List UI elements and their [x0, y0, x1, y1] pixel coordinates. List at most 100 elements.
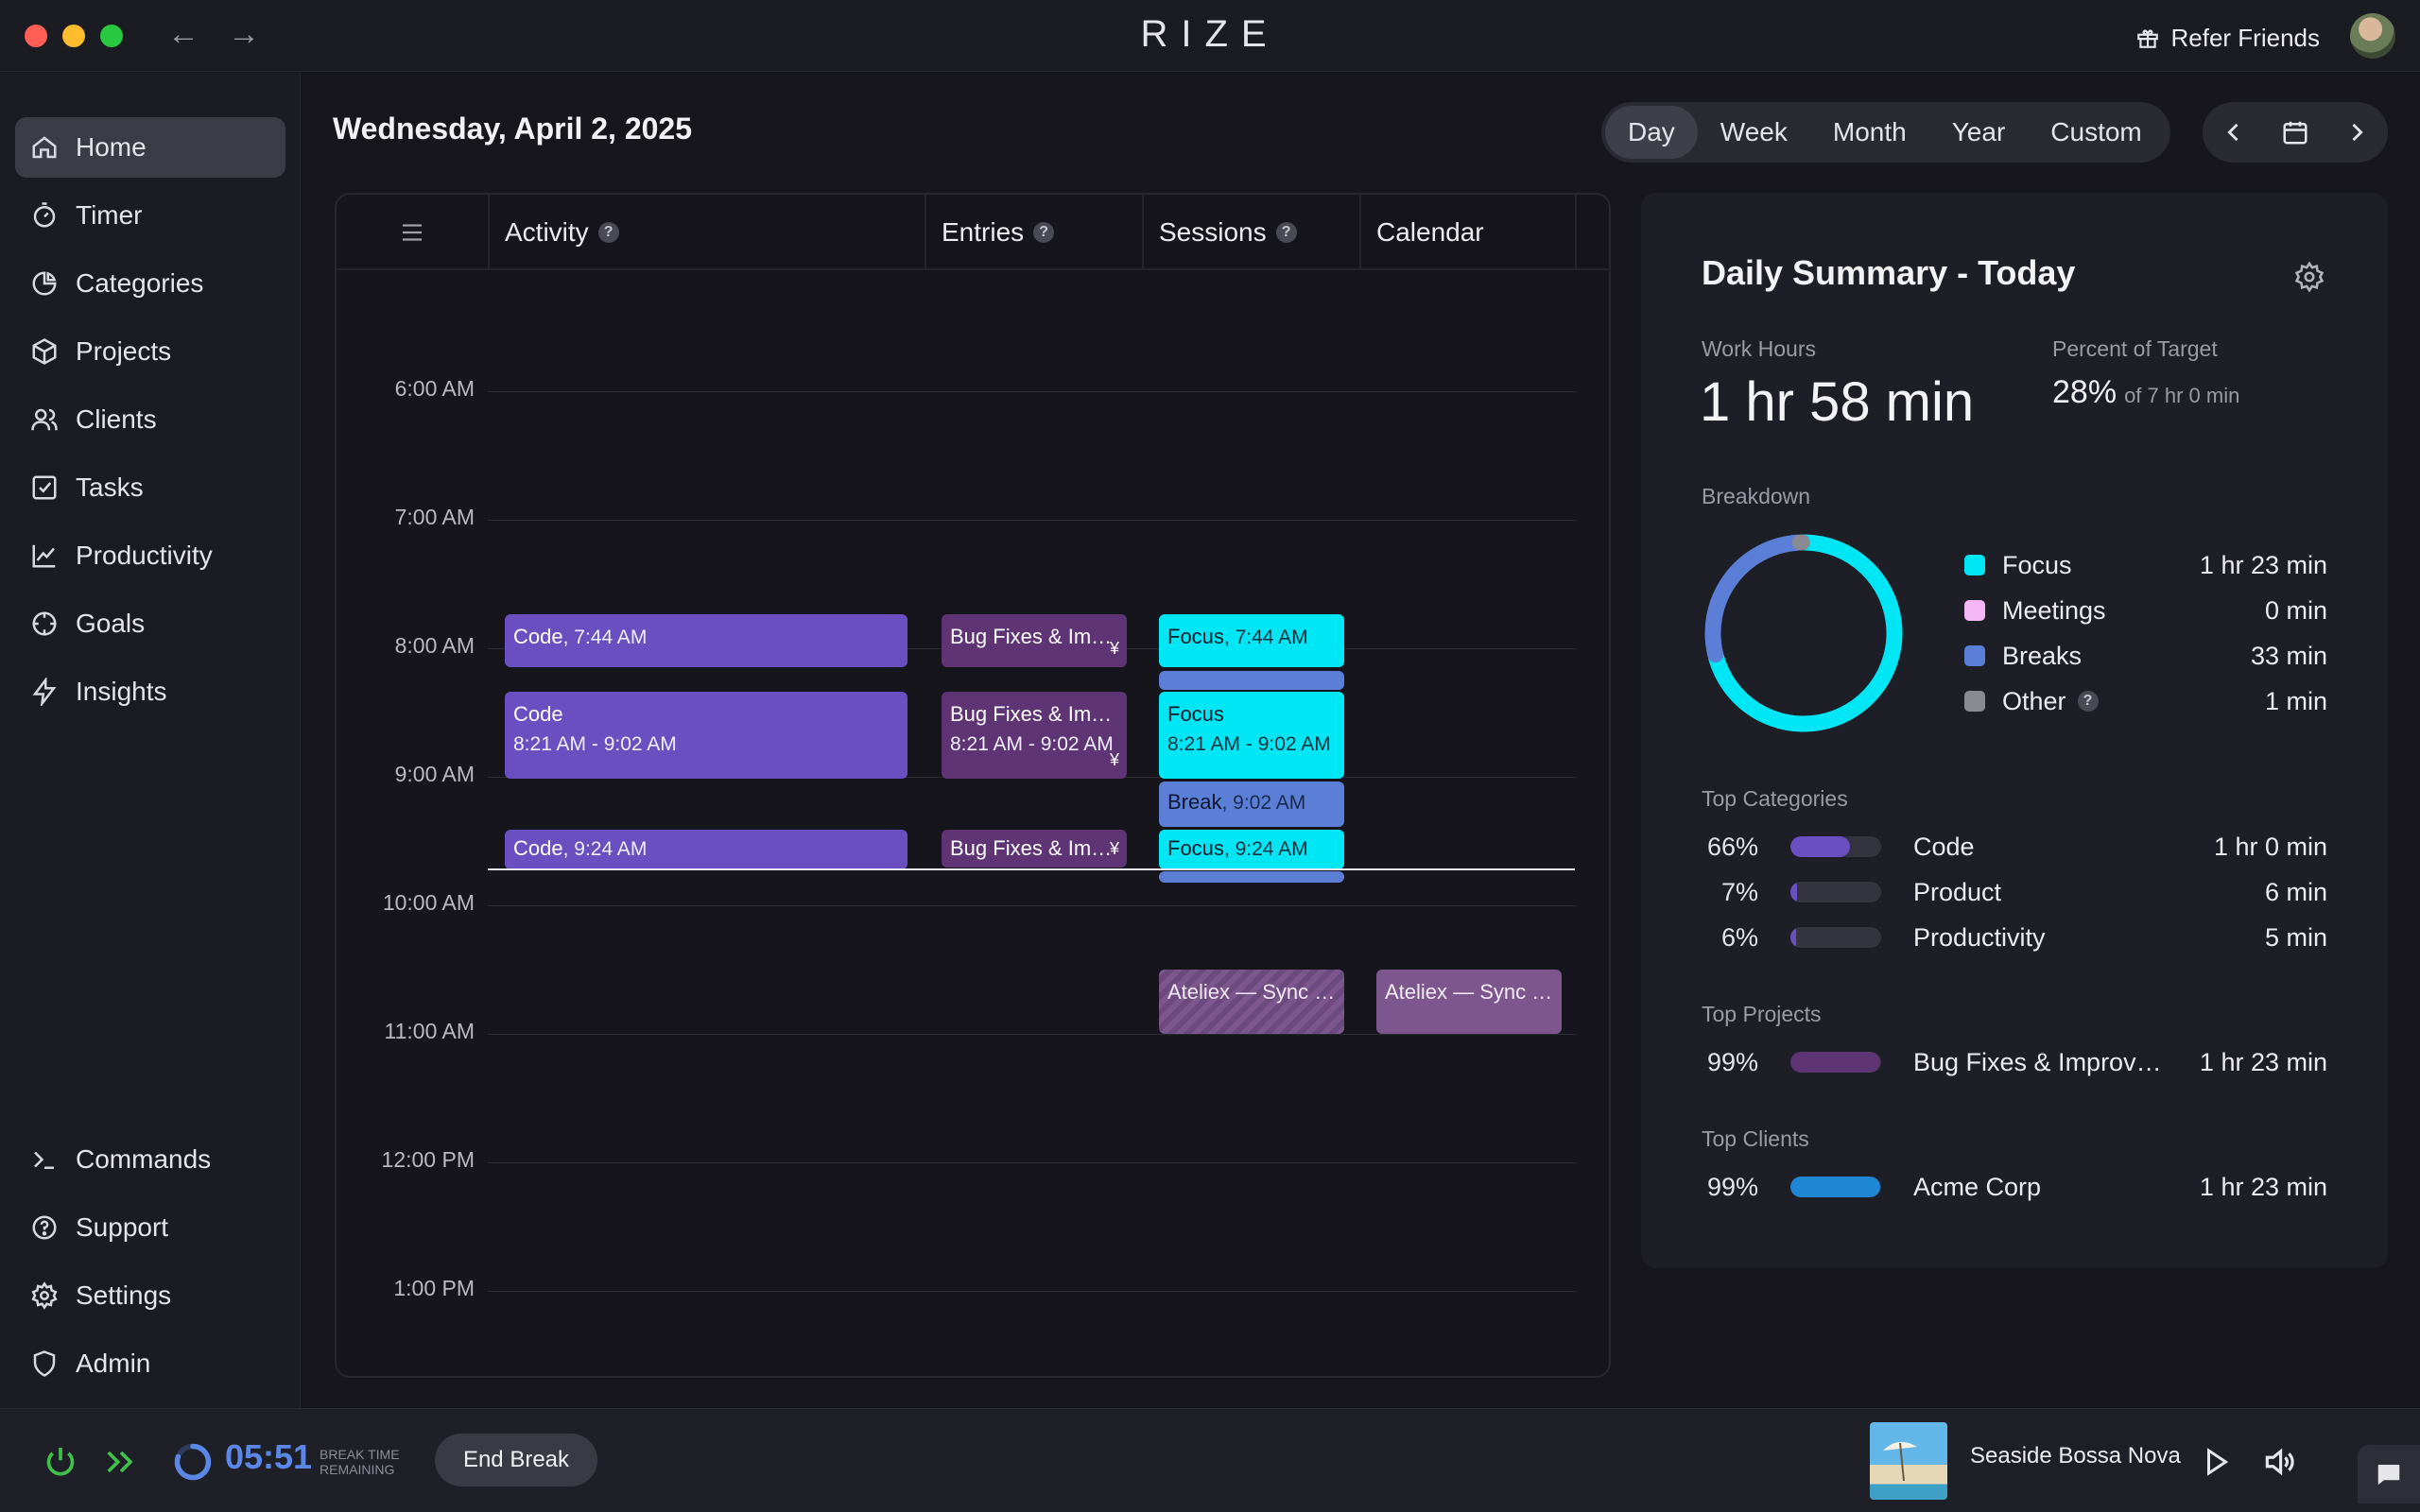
column-calendar: Calendar	[1359, 195, 1577, 270]
block-time: , 9:24 AM	[1223, 838, 1308, 860]
help-icon[interactable]: ?	[1275, 222, 1297, 243]
summary-title: Daily Summary - Today	[1702, 253, 2076, 292]
tab-month[interactable]: Month	[1810, 106, 1929, 159]
row-name: Code	[1913, 832, 1975, 861]
beach-umbrella-icon	[1883, 1441, 1917, 1482]
previous-day-button[interactable]	[2213, 112, 2255, 153]
shield-icon	[33, 1350, 56, 1377]
hour-label: 9:00 AM	[394, 762, 475, 786]
calendar-event-block[interactable]: Ateliex — Sync …	[1376, 970, 1562, 1034]
top-clients-label: Top Clients	[1702, 1126, 1809, 1151]
row-value: 1 hr 0 min	[2213, 832, 2327, 861]
work-hours-value: 1 hr 58 min	[1700, 371, 1975, 433]
sidebar-item-projects[interactable]: Projects	[15, 321, 285, 382]
tab-week[interactable]: Week	[1698, 106, 1810, 159]
help-icon[interactable]: ?	[2077, 691, 2099, 712]
sidebar-item-tasks[interactable]: Tasks	[15, 457, 285, 518]
client-row[interactable]: 99% Acme Corp 1 hr 23 min	[1702, 1168, 2327, 1206]
calendar-picker-button[interactable]	[2274, 112, 2316, 153]
next-day-button[interactable]	[2336, 112, 2377, 153]
end-break-button[interactable]: End Break	[435, 1434, 597, 1486]
column-label: Entries	[942, 217, 1025, 247]
legend-row-meetings: Meetings 0 min	[1964, 592, 2327, 629]
block-title: Focus	[1167, 702, 1224, 726]
entry-block[interactable]: Bug Fixes & Im… ¥	[942, 830, 1127, 868]
summary-settings-gear-icon[interactable]	[2293, 261, 2325, 293]
block-title: Code	[513, 702, 563, 726]
activity-block[interactable]: Code, 7:44 AM	[505, 614, 908, 667]
sidebar-item-settings[interactable]: Settings	[15, 1265, 285, 1326]
target-label: Percent of Target	[2052, 336, 2218, 361]
refer-friends-button[interactable]: Refer Friends	[2135, 19, 2320, 57]
skip-forward-icon[interactable]	[102, 1443, 140, 1481]
session-block-break[interactable]	[1159, 671, 1344, 690]
activity-block[interactable]: Code, 9:24 AM	[505, 830, 908, 869]
billable-icon: ¥	[1109, 639, 1119, 658]
legend-name: Other	[2002, 686, 2066, 715]
sidebar-item-label: Categories	[76, 268, 204, 298]
sidebar-item-home[interactable]: Home	[15, 117, 285, 178]
session-block-break[interactable]: Break, 9:02 AM	[1159, 782, 1344, 827]
activity-block[interactable]: Code 8:21 AM - 9:02 AM	[505, 692, 908, 779]
user-avatar[interactable]	[2350, 13, 2395, 59]
checkbox-icon	[32, 475, 57, 500]
help-icon[interactable]: ?	[597, 222, 619, 243]
sidebar-item-support[interactable]: Support	[15, 1197, 285, 1258]
legend-value: 33 min	[2250, 641, 2327, 670]
sidebar-item-commands[interactable]: Commands	[15, 1129, 285, 1190]
target-of-label: of 7 hr 0 min	[2124, 384, 2240, 407]
sidebar-item-timer[interactable]: Timer	[15, 185, 285, 246]
sidebar-item-admin[interactable]: Admin	[15, 1333, 285, 1394]
session-block-meeting[interactable]: Ateliex — Sync …	[1159, 970, 1344, 1034]
chat-button[interactable]	[2358, 1445, 2420, 1503]
row-bar-track	[1790, 836, 1881, 857]
sidebar-item-goals[interactable]: Goals	[15, 593, 285, 654]
category-row-product[interactable]: 7% Product 6 min	[1702, 873, 2327, 911]
timeline-panel: Activity ? Entries ? Sessions ? Calendar…	[335, 193, 1611, 1378]
session-block-break[interactable]	[1159, 871, 1344, 883]
category-row-productivity[interactable]: 6% Productivity 5 min	[1702, 919, 2327, 956]
billable-icon: ¥	[1109, 750, 1119, 769]
entry-block[interactable]: Bug Fixes & Im… 8:21 AM - 9:02 AM ¥	[942, 692, 1127, 779]
row-percent: 99%	[1706, 1172, 1758, 1201]
entry-block[interactable]: Bug Fixes & Im… ¥	[942, 614, 1127, 667]
sidebar-item-label: Support	[76, 1212, 169, 1242]
help-icon	[32, 1215, 57, 1240]
session-block-focus[interactable]: Focus, 7:44 AM	[1159, 614, 1344, 667]
breaks-swatch	[1964, 645, 1985, 666]
sidebar-item-label: Admin	[76, 1349, 151, 1378]
calendar-icon	[2283, 121, 2308, 145]
sidebar-item-label: Commands	[76, 1144, 212, 1174]
sidebar-item-productivity[interactable]: Productivity	[15, 525, 285, 586]
hour-label: 1:00 PM	[393, 1276, 475, 1300]
bolt-icon	[32, 678, 57, 706]
project-row[interactable]: 99% Bug Fixes & Improv… 1 hr 23 min	[1702, 1043, 2327, 1081]
breakdown-label: Breakdown	[1702, 484, 1811, 508]
help-icon[interactable]: ?	[1033, 222, 1055, 243]
tab-year[interactable]: Year	[1929, 106, 2029, 159]
sidebar-item-insights[interactable]: Insights	[15, 662, 285, 722]
app-brand: RIZE	[1140, 13, 1280, 55]
timeline-menu-button[interactable]	[337, 195, 488, 270]
cube-icon	[32, 338, 57, 365]
work-hours-label: Work Hours	[1702, 336, 1816, 361]
sidebar-item-clients[interactable]: Clients	[15, 389, 285, 450]
legend-row-breaks: Breaks 33 min	[1964, 637, 2327, 675]
power-icon[interactable]	[42, 1443, 79, 1481]
block-time: 8:21 AM - 9:02 AM	[513, 733, 677, 755]
session-block-focus[interactable]: Focus 8:21 AM - 9:02 AM	[1159, 692, 1344, 779]
tab-custom[interactable]: Custom	[2028, 106, 2164, 159]
play-icon[interactable]	[2199, 1445, 2233, 1479]
block-title: Ateliex — Sync …	[1385, 980, 1553, 1004]
target-percent: 28% of 7 hr 0 min	[2052, 374, 2239, 411]
row-percent: 7%	[1720, 877, 1758, 906]
session-block-focus[interactable]: Focus, 9:24 AM	[1159, 830, 1344, 869]
timeline-header: Activity ? Entries ? Sessions ? Calendar	[337, 195, 1609, 270]
tab-day[interactable]: Day	[1605, 106, 1698, 159]
sidebar-item-categories[interactable]: Categories	[15, 253, 285, 314]
row-percent: 99%	[1706, 1047, 1758, 1076]
block-time: 8:21 AM - 9:02 AM	[1167, 733, 1331, 755]
category-row-code[interactable]: 66% Code 1 hr 0 min	[1702, 828, 2327, 866]
breakdown-donut-chart	[1704, 534, 1903, 732]
volume-icon[interactable]	[2261, 1444, 2297, 1480]
